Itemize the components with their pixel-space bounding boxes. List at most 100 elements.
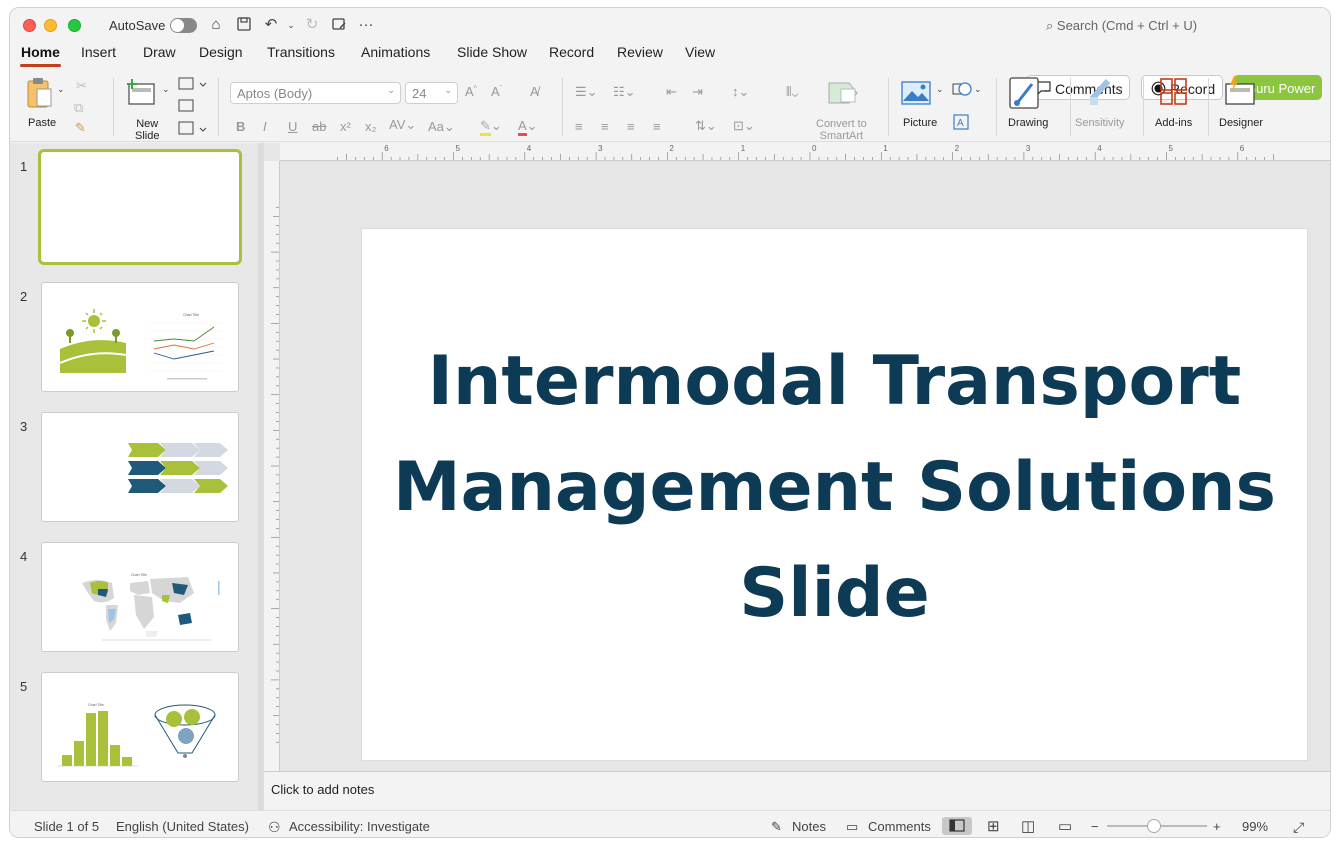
notes-toggle[interactable]: Notes — [792, 819, 826, 834]
notes-icon[interactable]: ✎ — [771, 819, 782, 835]
layout-icons[interactable] — [178, 76, 208, 138]
powerpoint-window: AutoSave ⌂ ↶ ⌄ ↻ ··· ⌕ Search (Cmd + Ctr… — [9, 7, 1331, 838]
drawing-icon[interactable] — [1008, 76, 1042, 112]
drawing-dropdown-icon[interactable]: ⌄ — [1043, 84, 1051, 95]
paste-label: Paste — [28, 117, 57, 129]
shapes-dropdown-icon[interactable]: ⌄ — [974, 84, 982, 95]
picture-icon[interactable] — [901, 81, 931, 105]
comment-icon[interactable]: ▭ — [846, 819, 858, 835]
undo-dropdown-icon[interactable]: ⌄ — [282, 16, 300, 34]
tab-record[interactable]: Record — [549, 44, 594, 60]
notes-pane[interactable]: Click to add notes — [264, 771, 1330, 810]
maximize-window-button[interactable] — [68, 19, 81, 32]
font-size-select[interactable]: 24 ⌄ — [405, 82, 458, 104]
bold-icon[interactable]: B — [236, 119, 245, 134]
clear-formatting-icon[interactable]: A̸ — [530, 84, 539, 99]
designer-icon[interactable] — [1224, 76, 1256, 106]
tab-view[interactable]: View — [685, 44, 715, 60]
zoom-out-icon[interactable]: − — [1091, 819, 1099, 834]
slide-thumbnail-5[interactable]: Chart Title — [41, 672, 239, 782]
autosave-toggle[interactable] — [170, 18, 197, 33]
search-box[interactable]: ⌕ Search (Cmd + Ctrl + U) — [1046, 18, 1197, 34]
align-left-icon[interactable]: ≡ — [575, 119, 583, 134]
decrease-indent-icon[interactable]: ⇤ — [666, 84, 677, 100]
copy-icon[interactable]: ⧉ — [74, 100, 83, 116]
italic-icon[interactable]: I — [263, 119, 267, 134]
align-text-icon[interactable]: ⊡⌄ — [733, 118, 755, 134]
increase-indent-icon[interactable]: ⇥ — [692, 84, 703, 100]
increase-font-icon[interactable]: A^ — [465, 84, 477, 99]
align-right-icon[interactable]: ≡ — [627, 119, 635, 134]
superscript-icon[interactable]: x² — [340, 119, 351, 134]
more-icon[interactable]: ··· — [357, 16, 375, 34]
character-spacing-icon[interactable]: AV⌄ — [389, 117, 416, 133]
tab-insert[interactable]: Insert — [81, 44, 116, 60]
bullets-icon[interactable]: ☰⌄ — [575, 84, 598, 100]
zoom-in-icon[interactable]: + — [1213, 819, 1221, 834]
picture-dropdown-icon[interactable]: ⌄ — [936, 84, 944, 95]
text-direction-icon[interactable]: ⇅⌄ — [695, 118, 717, 134]
font-name-select[interactable]: Aptos (Body) ⌄ — [230, 82, 401, 104]
ribbon-tabs: Home Insert Draw Design Transitions Anim… — [10, 42, 1330, 100]
slideshow-view-icon[interactable]: ▭ — [1058, 817, 1072, 835]
cut-icon[interactable]: ✂ — [76, 78, 87, 94]
arrow-process-preview — [128, 443, 228, 493]
accessibility-icon[interactable]: ⚇ — [268, 819, 281, 836]
customize-icon[interactable] — [330, 16, 348, 34]
text-box-icon[interactable]: A — [953, 114, 969, 130]
current-slide[interactable]: Intermodal Transport Management Solution… — [361, 228, 1308, 761]
slide-sorter-icon[interactable]: ⊞ — [987, 817, 1000, 835]
add-ins-icon[interactable] — [1160, 78, 1188, 106]
decrease-font-icon[interactable]: Aˇ — [491, 84, 502, 99]
columns-icon[interactable]: ⫴⌄ — [786, 84, 798, 100]
highlight-icon[interactable]: ✎⌄ — [480, 118, 502, 136]
smartart-icon[interactable] — [827, 79, 861, 107]
paste-icon[interactable] — [26, 77, 54, 109]
home-icon[interactable]: ⌂ — [207, 16, 225, 34]
tab-review[interactable]: Review — [617, 44, 663, 60]
shapes-icon[interactable] — [952, 80, 974, 98]
zoom-slider[interactable] — [1107, 819, 1207, 833]
slide-thumbnail-4[interactable]: Chart Title — [41, 542, 239, 652]
strikethrough-icon[interactable]: ab — [312, 119, 326, 134]
slide-number-1: 1 — [20, 159, 28, 174]
font-color-icon[interactable]: A⌄ — [518, 118, 538, 136]
tab-draw[interactable]: Draw — [143, 44, 176, 60]
tab-design[interactable]: Design — [199, 44, 243, 60]
slide-thumbnail-3[interactable] — [41, 412, 239, 522]
numbering-icon[interactable]: ☷⌄ — [613, 84, 636, 100]
comments-toggle[interactable]: Comments — [868, 819, 931, 834]
slide-title[interactable]: Intermodal Transport Management Solution… — [362, 329, 1307, 647]
normal-view-button[interactable] — [942, 817, 972, 835]
fit-to-window-icon[interactable]: ⤢ — [1293, 819, 1304, 836]
tab-transitions[interactable]: Transitions — [267, 44, 335, 60]
slide-thumbnail-1[interactable] — [38, 149, 242, 265]
slide-thumbnail-2[interactable]: Chart Title — [41, 282, 239, 392]
change-case-icon[interactable]: Aa⌄ — [428, 119, 455, 135]
language-status[interactable]: English (United States) — [116, 819, 249, 834]
sensitivity-icon[interactable] — [1088, 77, 1114, 107]
justify-icon[interactable]: ≡ — [653, 119, 661, 134]
redo-icon[interactable]: ↻ — [303, 16, 321, 34]
zoom-level[interactable]: 99% — [1242, 819, 1268, 834]
minimize-window-button[interactable] — [44, 19, 57, 32]
sensitivity-dropdown-icon[interactable]: ⌄ — [1116, 84, 1124, 95]
format-painter-icon[interactable]: ✎ — [75, 120, 86, 136]
line-spacing-icon[interactable]: ↕⌄ — [732, 84, 749, 100]
paste-dropdown-icon[interactable]: ⌄ — [57, 84, 65, 95]
reading-view-icon[interactable]: ◫ — [1021, 817, 1035, 835]
undo-icon[interactable]: ↶ — [262, 16, 280, 34]
new-slide-icon[interactable] — [126, 78, 156, 106]
zoom-slider-thumb[interactable] — [1147, 819, 1161, 833]
tab-animations[interactable]: Animations — [361, 44, 430, 60]
close-window-button[interactable] — [23, 19, 36, 32]
save-icon[interactable] — [235, 16, 253, 34]
tab-home[interactable]: Home — [20, 44, 61, 67]
new-slide-dropdown-icon[interactable]: ⌄ — [162, 84, 170, 95]
underline-icon[interactable]: U — [288, 119, 297, 134]
accessibility-status[interactable]: Accessibility: Investigate — [289, 819, 430, 834]
align-center-icon[interactable]: ≡ — [601, 119, 609, 134]
autosave-label: AutoSave — [109, 18, 166, 33]
tab-slide-show[interactable]: Slide Show — [457, 44, 527, 60]
subscript-icon[interactable]: x₂ — [365, 119, 377, 134]
